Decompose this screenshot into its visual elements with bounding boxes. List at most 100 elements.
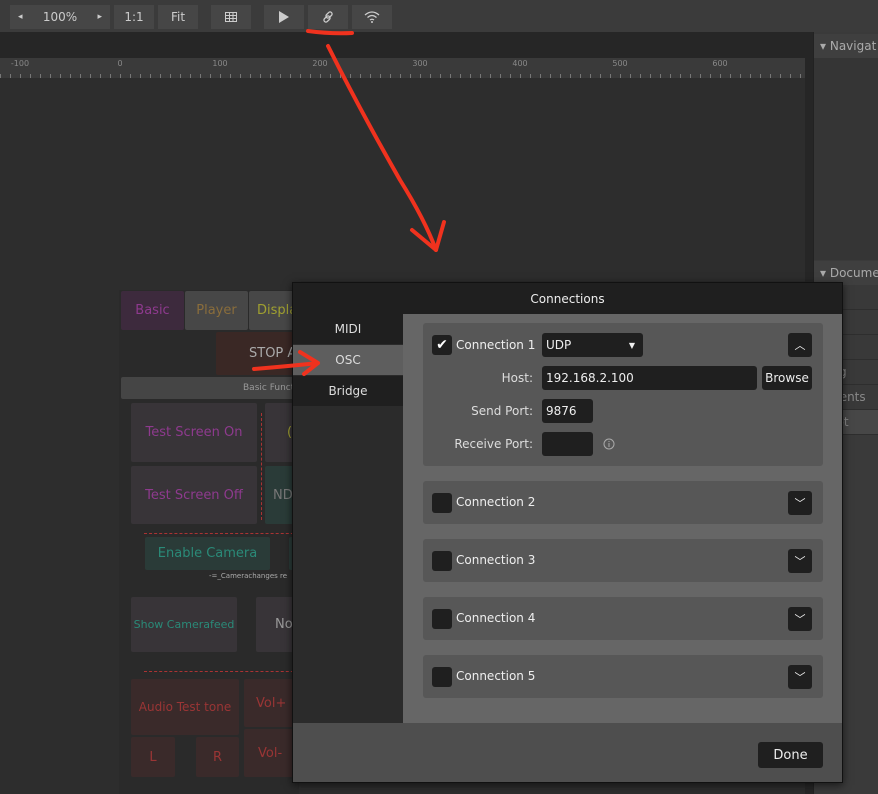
ruler-tick [710, 74, 711, 78]
zoom-out-button[interactable]: ◂ [18, 12, 23, 22]
ruler-label: 200 [312, 59, 328, 68]
document-title: Docume [829, 266, 878, 280]
ruler-tick [260, 74, 261, 78]
ruler-tick [160, 74, 161, 78]
tab-player[interactable]: Player [185, 291, 248, 330]
ruler-tick [140, 74, 141, 78]
ruler-tick [420, 74, 421, 78]
connection-2-label: Connection 2 [456, 495, 536, 509]
done-button[interactable]: Done [758, 742, 823, 768]
host-input[interactable]: 192.168.2.100 [542, 366, 757, 390]
ruler-tick [550, 74, 551, 78]
expand-button[interactable]: ﹀ [788, 665, 812, 689]
ruler-tick [20, 74, 21, 78]
connection-4-checkbox[interactable] [432, 609, 452, 629]
dialog-sidebar: MIDI OSC Bridge [293, 314, 403, 723]
divider [261, 413, 262, 520]
connection-5-checkbox[interactable] [432, 667, 452, 687]
browse-button[interactable]: Browse [762, 366, 812, 390]
chevron-down-icon: ﹀ [794, 555, 806, 568]
ruler-tick [720, 74, 721, 78]
ruler-tick [450, 74, 451, 78]
show-camerafeed-button[interactable]: Show Camerafeed [131, 597, 237, 652]
ruler-tick [110, 74, 111, 78]
ruler-tick [490, 74, 491, 78]
connection-4-label: Connection 4 [456, 611, 536, 625]
connection-3-checkbox[interactable] [432, 551, 452, 571]
ruler-tick [510, 74, 511, 78]
audio-right-button[interactable]: R [196, 737, 239, 777]
protocol-value: UDP [546, 338, 572, 352]
connection-1-checkbox[interactable]: ✔ [432, 335, 452, 355]
ruler-tick [120, 74, 121, 78]
connections-dialog: Connections MIDI OSC Bridge ✔ Connection… [292, 282, 843, 783]
ruler-tick [60, 74, 61, 78]
ruler-tick [470, 74, 471, 78]
connection-2-checkbox[interactable] [432, 493, 452, 513]
connections-button[interactable] [308, 5, 348, 29]
ruler-label: -100 [10, 59, 30, 68]
send-port-input[interactable]: 9876 [542, 399, 593, 423]
fit-button[interactable]: Fit [158, 5, 198, 29]
ruler-tick [440, 74, 441, 78]
ruler-tick [680, 74, 681, 78]
navigator-view [814, 58, 878, 260]
enable-camera-button[interactable]: Enable Camera [145, 537, 270, 570]
connection-card-4: Connection 4 ﹀ [423, 597, 823, 640]
ruler-tick [280, 74, 281, 78]
sidebar-item-midi[interactable]: MIDI [293, 314, 403, 344]
receive-port-input[interactable] [542, 432, 593, 456]
navigator-header[interactable]: ▾ Navigat [814, 34, 878, 58]
ruler-tick [520, 74, 521, 78]
ruler-tick [500, 74, 501, 78]
play-button[interactable] [264, 5, 304, 29]
ruler-tick [580, 74, 581, 78]
tab-basic[interactable]: Basic [121, 291, 184, 330]
connection-card-1: ✔ Connection 1 UDP ▼ ︿ Host: 192.168.2.10… [423, 323, 823, 466]
sidebar-item-bridge[interactable]: Bridge [293, 376, 403, 406]
network-button[interactable] [352, 5, 392, 29]
audio-test-tone-button[interactable]: Audio Test tone [131, 679, 239, 735]
ruler-tick [270, 74, 271, 78]
actual-size-button[interactable]: 1:1 [114, 5, 154, 29]
expand-button[interactable]: ﹀ [788, 607, 812, 631]
ruler-tick [670, 74, 671, 78]
sidebar-item-osc[interactable]: OSC [293, 345, 403, 375]
ruler-tick [630, 74, 631, 78]
expand-button[interactable]: ﹀ [788, 549, 812, 573]
ruler-tick [690, 74, 691, 78]
ruler-tick [570, 74, 571, 78]
ruler-tick [80, 74, 81, 78]
collapse-button[interactable]: ︿ [788, 333, 812, 357]
test-screen-on-button[interactable]: Test Screen On [131, 403, 257, 462]
ruler-tick [90, 74, 91, 78]
audio-left-button[interactable]: L [131, 737, 175, 777]
ruler-tick [600, 74, 601, 78]
ruler-tick [480, 74, 481, 78]
ruler-tick [330, 74, 331, 78]
ruler-tick [250, 74, 251, 78]
ruler-tick [350, 74, 351, 78]
ruler-tick [180, 74, 181, 78]
test-screen-off-button[interactable]: Test Screen Off [131, 466, 257, 524]
volume-down-button[interactable]: Vol- [244, 729, 294, 777]
toolbar: ◂ 100% ▸ 1:1 Fit [0, 0, 878, 32]
info-icon[interactable] [603, 438, 615, 450]
play-icon [279, 11, 289, 23]
wifi-icon [364, 11, 380, 23]
section-header: Basic Funct [121, 377, 311, 399]
zoom-in-button[interactable]: ▸ [97, 12, 102, 22]
ruler-tick [740, 74, 741, 78]
connection-card-3: Connection 3 ﹀ [423, 539, 823, 582]
ruler-tick [390, 74, 391, 78]
ruler-tick [400, 74, 401, 78]
expand-button[interactable]: ﹀ [788, 491, 812, 515]
zoom-level: 100% [42, 10, 78, 24]
volume-up-button[interactable]: Vol+ [244, 679, 294, 727]
grid-button[interactable] [211, 5, 251, 29]
ruler-tick [770, 74, 771, 78]
protocol-select[interactable]: UDP ▼ [542, 333, 643, 357]
ruler-tick [700, 74, 701, 78]
ruler-label: 500 [612, 59, 628, 68]
ruler-tick [760, 74, 761, 78]
